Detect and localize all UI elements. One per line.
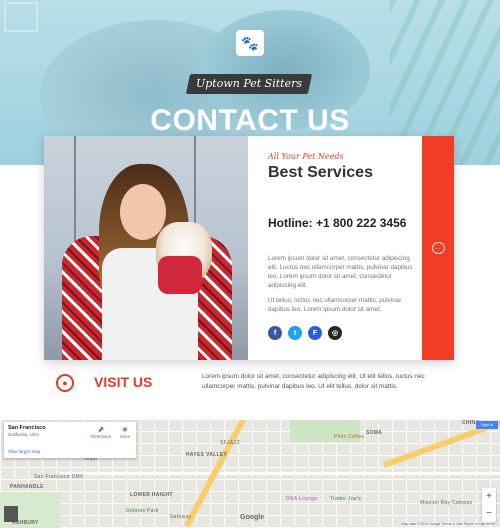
services-heading: All Your Pet Needs Best Services [268,152,418,182]
chat-icon[interactable]: … [431,242,445,254]
instagram-icon[interactable]: ◎ [328,326,342,340]
hotline-text[interactable]: Hotline: +1 800 222 3456 [268,216,406,230]
streetview-icon[interactable] [4,506,18,522]
map-attribution[interactable]: Map data ©2019 Google Terms of Use Repor… [401,522,494,526]
save-button[interactable]: ★ Save [116,425,134,439]
visit-title: VISIT US [94,374,153,390]
twitter-icon[interactable]: t [288,326,302,340]
map-label: Safeway [170,514,192,520]
services-photo [44,136,248,360]
foursquare-icon[interactable]: F [308,326,322,340]
social-links: f t F ◎ [268,326,342,340]
services-kicker: All Your Pet Needs [268,152,344,161]
map-label: Mission Bay Campus [420,500,473,506]
facebook-icon[interactable]: f [268,326,282,340]
zoom-out-icon[interactable]: − [486,508,492,519]
services-paragraph: Lorem ipsum dolor sit amet, consectetur … [268,255,413,289]
map-zoom-control[interactable]: + − [482,488,496,522]
map-label: DNA Lounge [286,496,318,502]
tagline-text: Uptown Pet Sitters [196,77,302,90]
map-place-card: San Francisco California, USA View large… [4,422,136,458]
services-card: All Your Pet Needs Best Services Hotline… [44,136,454,360]
accent-sidebar: … [422,136,454,360]
larger-map-link[interactable]: View larger map [8,449,40,454]
visit-us-section: ● VISIT US Lorem ipsum dolor sit amet, c… [0,366,500,400]
page-title: CONTACT US [150,104,350,137]
paw-icon: 🐾 [236,30,264,56]
map-sign-in-button[interactable]: Sign in [476,421,498,429]
map-label: HAYES VALLEY [186,452,228,458]
services-title: Best Services [268,164,373,181]
google-logo: Google [240,514,265,521]
directions-label: Directions [90,434,111,439]
hero-window-frame [4,2,38,32]
place-subtitle: California, USA [8,432,39,437]
map-label: LOWER HAIGHT [130,492,173,498]
map-label: Dolores Park [126,508,159,514]
map-road [60,472,500,475]
directions-button[interactable]: ⬈ Directions [90,425,112,439]
map-label: SFJAZZ [220,440,241,446]
photo-dog-shirt [158,256,202,294]
map-label: San Francisco DMV [34,474,84,480]
zoom-in-icon[interactable]: + [486,491,492,502]
save-label: Save [119,434,131,439]
map-label: SOMA [366,430,383,436]
map-label: Trader Joe's [330,496,362,502]
map-label: PANHANDLE [10,484,44,490]
directions-icon: ⬈ [97,425,105,434]
visit-text: Lorem ipsum dolor sit amet, consectetur … [202,373,425,390]
map-label: Philz Coffee [334,434,365,440]
star-icon: ★ [121,425,129,434]
place-title: San Francisco [8,425,46,431]
tagline-badge: Uptown Pet Sitters [185,74,313,94]
services-paragraph: Ut tellus, luctus nec ullamcorper mattis… [268,297,402,313]
map-pin-icon: ● [56,374,74,392]
